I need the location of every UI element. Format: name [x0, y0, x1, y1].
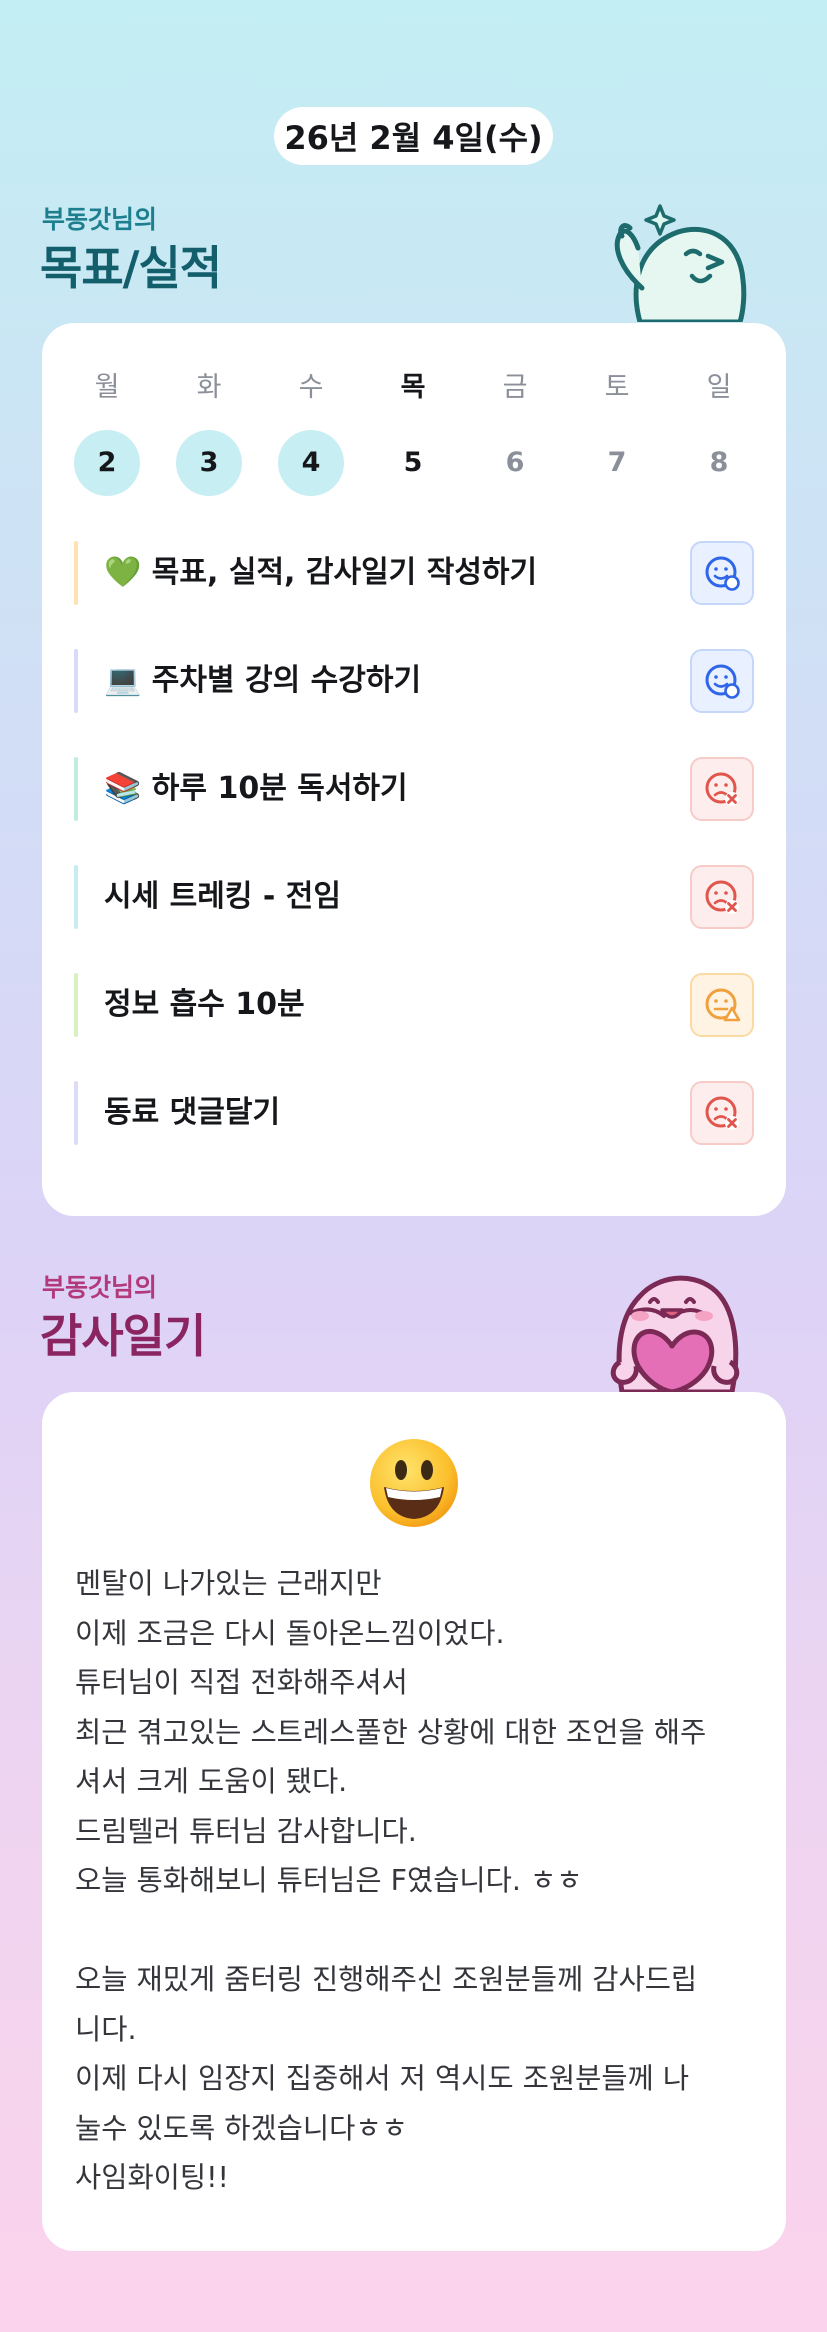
day-5[interactable]: 5 [380, 430, 446, 496]
goal-text: 동료 댓글달기 [104, 1095, 281, 1130]
goal-text: 시세 트레킹 - 전임 [104, 879, 341, 914]
goal-accent-bar [74, 973, 78, 1037]
goal-text: 💻 주차별 강의 수강하기 [104, 663, 422, 698]
day-6[interactable]: 6 [482, 430, 548, 496]
weekday-label-wed: 수 [298, 372, 324, 403]
sad-x-status-icon[interactable] [690, 865, 754, 929]
goals-owner-label: 부동갓님의 [42, 205, 158, 234]
weekday-label-thu: 목 [400, 372, 426, 403]
day-4[interactable]: 4 [278, 430, 344, 496]
goal-accent-bar [74, 865, 78, 929]
day-2[interactable]: 2 [74, 430, 140, 496]
goal-text: 정보 흡수 10분 [104, 987, 305, 1022]
goal-item[interactable]: 💻 주차별 강의 수강하기 [74, 649, 754, 713]
gratitude-card: 멘탈이 나가있는 근래지만 이제 조금은 다시 돌아온느낌이었다. 튜터님이 직… [42, 1392, 786, 2251]
day-7[interactable]: 7 [584, 430, 650, 496]
smile-status-icon[interactable] [690, 649, 754, 713]
weekday-label-sat: 토 [604, 372, 630, 403]
weekday-label-tue: 화 [196, 372, 222, 403]
weekday-label-sun: 일 [706, 372, 732, 403]
day-8[interactable]: 8 [686, 430, 752, 496]
goal-text: 💚 목표, 실적, 감사일기 작성하기 [104, 555, 538, 590]
weekday-label-fri: 금 [502, 372, 528, 403]
day-3[interactable]: 3 [176, 430, 242, 496]
goal-item[interactable]: 📚 하루 10분 독서하기 [74, 757, 754, 821]
neutral-triangle-status-icon[interactable] [690, 973, 754, 1037]
weekday-label-mon: 월 [94, 372, 120, 403]
goal-accent-bar [74, 757, 78, 821]
gratitude-owner-label: 부동갓님의 [42, 1273, 158, 1302]
goal-text: 📚 하루 10분 독서하기 [104, 771, 408, 806]
goals-card: 월 화 수 목 금 토 일 2 3 4 5 6 7 8 💚 목표, 실적, 감사… [42, 323, 786, 1216]
goal-accent-bar [74, 541, 78, 605]
smile-status-icon[interactable] [690, 541, 754, 605]
sad-x-status-icon[interactable] [690, 1081, 754, 1145]
grinning-face-emoji-icon [370, 1439, 458, 1527]
gratitude-section-title: 감사일기 [40, 1309, 206, 1363]
goal-accent-bar [74, 1081, 78, 1145]
waving-mascot-illustration [614, 204, 747, 322]
goal-item[interactable]: 동료 댓글달기 [74, 1081, 754, 1145]
goal-item[interactable]: 시세 트레킹 - 전임 [74, 865, 754, 929]
goal-accent-bar [74, 649, 78, 713]
gratitude-diary-text: 멘탈이 나가있는 근래지만 이제 조금은 다시 돌아온느낌이었다. 튜터님이 직… [75, 1567, 707, 2194]
goals-section-title: 목표/실적 [40, 241, 222, 295]
date-pill: 26년 2월 4일(수) [274, 107, 553, 165]
goal-item[interactable]: 정보 흡수 10분 [74, 973, 754, 1037]
goal-item[interactable]: 💚 목표, 실적, 감사일기 작성하기 [74, 541, 754, 605]
heart-mascot-illustration [610, 1275, 740, 1392]
sad-x-status-icon[interactable] [690, 757, 754, 821]
